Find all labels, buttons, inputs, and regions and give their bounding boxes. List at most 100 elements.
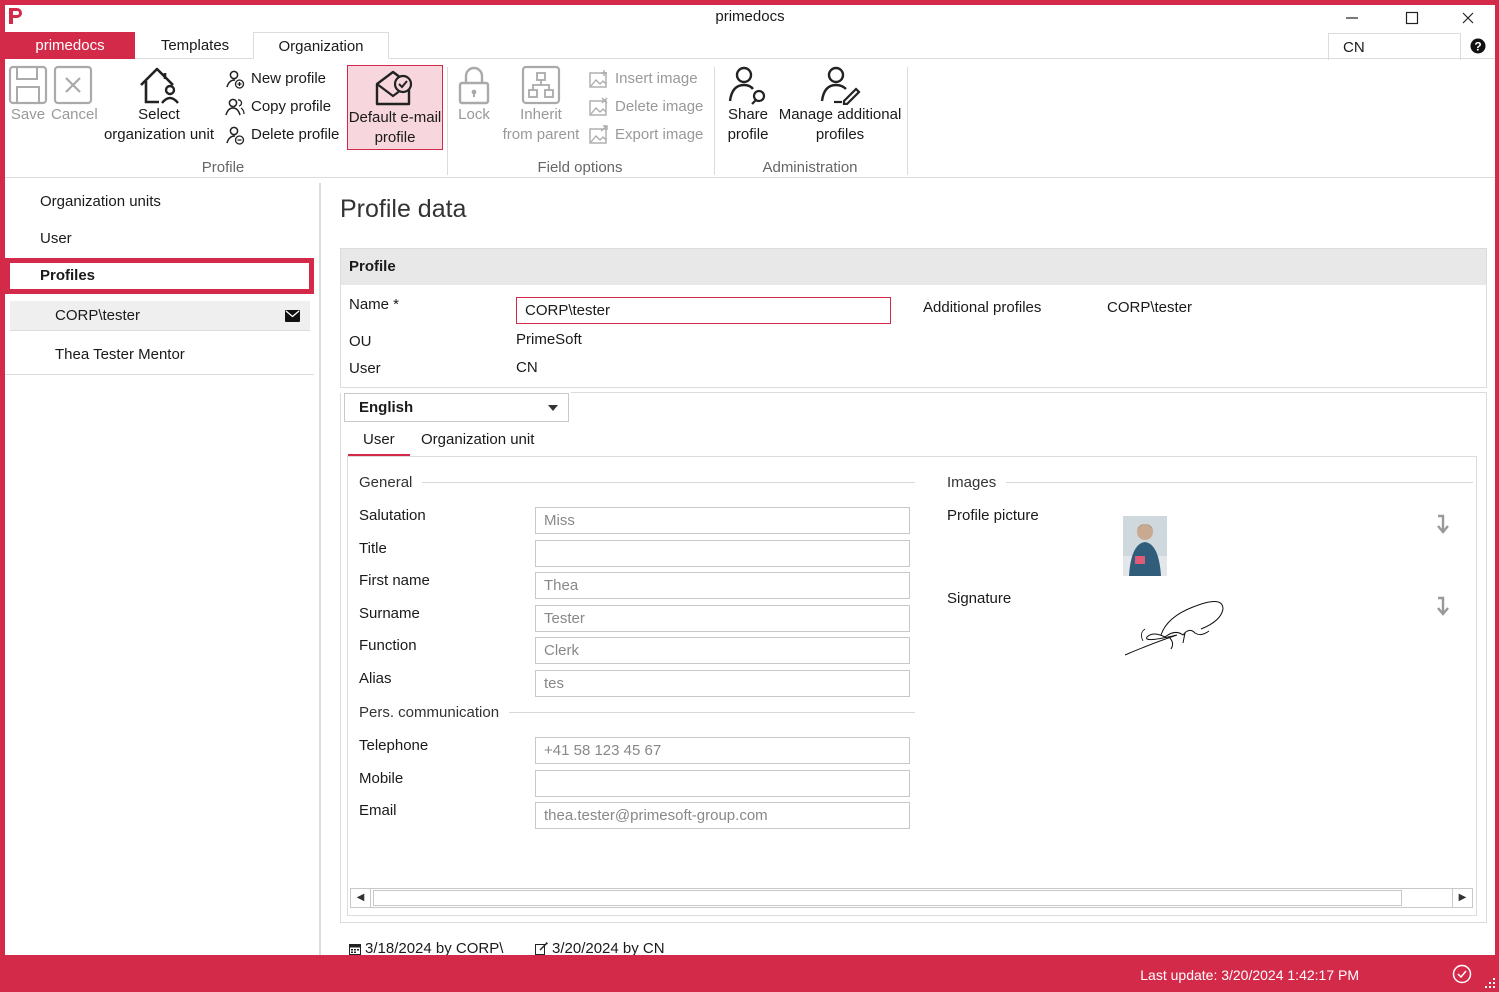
last-update-text: Last update: 3/20/2024 1:42:17 PM	[1140, 967, 1359, 983]
function-input[interactable]: Clerk	[535, 637, 910, 664]
surname-input[interactable]: Tester	[535, 605, 910, 632]
panel-border	[571, 392, 1487, 393]
manage-additional-profiles-button[interactable]: Manage additional profiles	[777, 65, 903, 145]
additional-profiles-value: CORP\tester	[1107, 299, 1193, 316]
close-window-button[interactable]	[1443, 5, 1493, 30]
signature-label: Signature	[947, 590, 1012, 607]
new-profile-button[interactable]: New profile	[225, 68, 326, 90]
inherit-from-parent-button[interactable]: Inherit from parent	[500, 65, 582, 145]
maximize-icon	[1405, 11, 1419, 24]
name-input[interactable]: CORP\tester	[516, 297, 891, 324]
scrollbar-thumb[interactable]	[373, 890, 1402, 906]
minimize-icon	[1346, 16, 1358, 19]
cancel-icon	[53, 65, 93, 105]
house-user-icon	[140, 67, 179, 104]
save-button[interactable]: Save	[7, 65, 49, 125]
insert-image-button[interactable]: Insert image	[589, 68, 698, 90]
insert-image-icon	[589, 70, 607, 88]
user-box[interactable]: CN	[1328, 33, 1461, 60]
sidebar-divider	[5, 374, 314, 375]
app-window: primedocs primedocs Templates Organizati…	[5, 5, 1495, 957]
telephone-input[interactable]: +41 58 123 45 67	[535, 737, 910, 764]
surname-label: Surname	[359, 605, 420, 622]
panel-header: Profile	[341, 249, 1486, 285]
profile-picture-label: Profile picture	[947, 507, 1039, 524]
ribbon-separator	[447, 67, 448, 175]
ribbon-separator	[907, 67, 908, 175]
hierarchy-icon	[521, 65, 561, 105]
salutation-input[interactable]: Miss	[535, 507, 910, 534]
email-label: Email	[359, 802, 397, 819]
main-content: Profile data Profile Name * CORP\tester …	[340, 183, 1490, 957]
cancel-button[interactable]: Cancel	[51, 65, 98, 125]
lock-button[interactable]: Lock	[454, 65, 494, 125]
export-image-icon	[589, 125, 608, 144]
alias-input[interactable]: tes	[535, 670, 910, 697]
splitter[interactable]	[319, 183, 321, 955]
group-label-profile: Profile	[201, 159, 245, 176]
share-profile-button[interactable]: Share profile	[721, 65, 775, 145]
mobile-input[interactable]	[535, 770, 910, 797]
tab-templates[interactable]: Templates	[145, 32, 245, 59]
profile-list-item[interactable]: Thea Tester Mentor	[10, 340, 310, 370]
lock-icon	[458, 66, 490, 105]
sidebar-item-organization-units[interactable]: Organization units	[5, 184, 314, 220]
profile-picture-image[interactable]	[1123, 516, 1167, 576]
page-title: Profile data	[340, 195, 467, 223]
user-tab-panel: General Salutation Miss Title First name…	[347, 456, 1477, 916]
delete-profile-button[interactable]: Delete profile	[225, 124, 339, 146]
horizontal-scrollbar[interactable]: ◀ ▶	[350, 888, 1473, 908]
resize-grip-icon[interactable]	[1484, 977, 1496, 989]
section-general: General	[359, 474, 915, 491]
email-input[interactable]: thea.tester@primesoft-group.com	[535, 802, 910, 829]
title-label: Title	[359, 540, 387, 557]
user-label: User	[349, 360, 381, 377]
section-images: Images	[947, 474, 1473, 491]
maximize-button[interactable]	[1387, 5, 1437, 30]
delete-image-button[interactable]: Delete image	[589, 96, 703, 118]
tab-user[interactable]: User	[348, 427, 410, 457]
ribbon-separator	[714, 67, 715, 175]
minimize-button[interactable]	[1327, 5, 1377, 30]
tab-primedocs[interactable]: primedocs	[5, 32, 135, 59]
tab-organization[interactable]: Organization	[253, 32, 389, 59]
scroll-right-arrow[interactable]: ▶	[1452, 889, 1472, 907]
svg-text:?: ?	[1474, 40, 1481, 54]
first-name-input[interactable]: Thea	[535, 572, 910, 599]
profile-name: CORP\tester	[55, 307, 141, 324]
sidebar-item-user[interactable]: User	[5, 221, 314, 257]
salutation-label: Salutation	[359, 507, 426, 524]
additional-profiles-label: Additional profiles	[923, 299, 1042, 316]
manage-profiles-icon	[820, 66, 861, 105]
profile-list-item[interactable]: CORP\tester	[10, 301, 310, 331]
sidebar-item-profiles[interactable]: Profiles	[5, 258, 314, 294]
help-icon[interactable]: ?	[1470, 38, 1486, 54]
telephone-label: Telephone	[359, 737, 429, 754]
function-label: Function	[359, 637, 417, 654]
first-name-label: First name	[359, 572, 430, 589]
user-value: CN	[516, 359, 538, 376]
download-icon[interactable]	[1436, 514, 1450, 534]
language-select[interactable]: English	[344, 393, 569, 422]
ribbon-tabs: primedocs Templates Organization CN ?	[5, 30, 1495, 60]
ou-label: OU	[349, 333, 372, 350]
mobile-label: Mobile	[359, 770, 404, 787]
default-email-profile-button[interactable]: Default e-mail profile	[347, 65, 443, 150]
select-organization-unit-button[interactable]: Select organization unit	[100, 65, 218, 145]
tab-organization-unit[interactable]: Organization unit	[421, 427, 534, 457]
scroll-left-arrow[interactable]: ◀	[351, 889, 371, 907]
download-icon[interactable]	[1436, 596, 1450, 616]
copy-profile-button[interactable]: Copy profile	[225, 96, 331, 118]
copy-profile-icon	[225, 98, 245, 116]
delete-profile-icon	[226, 126, 245, 145]
title-input[interactable]	[535, 540, 910, 567]
title-bar: primedocs	[5, 5, 1495, 30]
alias-label: Alias	[359, 670, 392, 687]
calendar-icon	[349, 943, 361, 955]
share-profile-icon	[728, 66, 766, 105]
close-icon	[1462, 12, 1474, 23]
signature-image[interactable]	[1123, 597, 1227, 659]
section-communication: Pers. communication	[359, 704, 915, 721]
export-image-button[interactable]: Export image	[589, 124, 703, 146]
group-label-field-options: Field options	[537, 159, 623, 176]
